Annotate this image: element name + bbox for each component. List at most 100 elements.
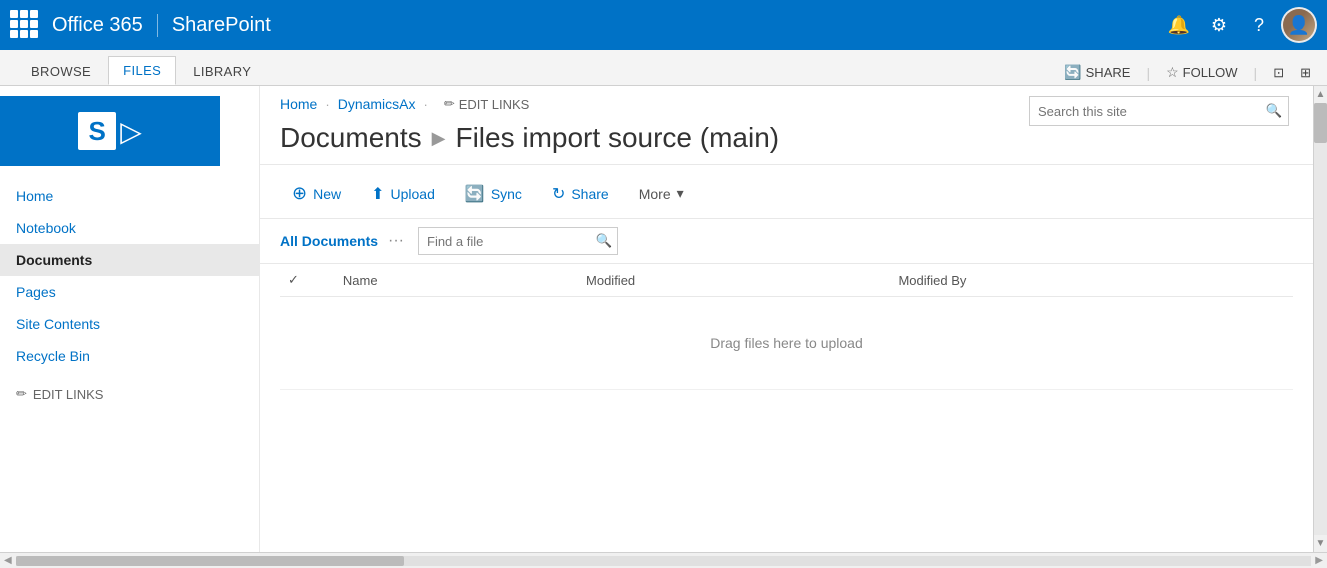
sidebar-edit-links-label: EDIT LINKS bbox=[33, 387, 104, 402]
search-input[interactable] bbox=[1029, 96, 1289, 126]
follow-label: FOLLOW bbox=[1183, 65, 1238, 80]
sync-icon: 🔄 bbox=[465, 184, 485, 204]
document-table: ✓ Name Modified Modified By Drag files h… bbox=[280, 264, 1293, 390]
page-title-arrow-icon: ▶ bbox=[432, 128, 446, 149]
search-input-wrapper: 🔍 bbox=[1029, 96, 1289, 126]
scroll-v-track[interactable] bbox=[1314, 103, 1327, 535]
ribbon-sep-2: | bbox=[1254, 65, 1258, 81]
all-documents-more-icon[interactable]: ··· bbox=[388, 232, 404, 250]
find-file-wrapper: 🔍 bbox=[418, 227, 618, 255]
sp-logo: S ▷ bbox=[78, 112, 142, 150]
ribbon-right: 🔄 SHARE | ☆ FOLLOW | ⊡ ⊞ bbox=[1064, 64, 1311, 85]
settings-button[interactable]: ⚙ bbox=[1201, 7, 1237, 43]
waffle-icon[interactable] bbox=[10, 10, 40, 40]
sp-arrow-icon: ▷ bbox=[120, 115, 142, 148]
new-label: New bbox=[313, 186, 341, 202]
sidebar-item-home[interactable]: Home bbox=[0, 180, 259, 212]
edit-links-pencil-icon: ✏ bbox=[16, 386, 27, 402]
sidebar-item-site-contents[interactable]: Site Contents bbox=[0, 308, 259, 340]
scroll-right-button[interactable]: ▶ bbox=[1311, 555, 1327, 566]
breadcrumb-edit-label: EDIT LINKS bbox=[459, 97, 530, 112]
sp-s-icon: S bbox=[78, 112, 116, 150]
scroll-h-track[interactable] bbox=[16, 556, 1312, 566]
new-button[interactable]: ⊕ New bbox=[280, 177, 353, 210]
document-table-area: ✓ Name Modified Modified By Drag files h… bbox=[260, 264, 1313, 552]
sidebar-item-documents[interactable]: Documents bbox=[0, 244, 259, 276]
document-toolbar: ⊕ New ⬆ Upload 🔄 Sync ↻ Share More ▾ bbox=[260, 165, 1313, 219]
help-button[interactable]: ? bbox=[1241, 7, 1277, 43]
popout-icon: ⊞ bbox=[1300, 65, 1311, 81]
sidebar-item-notebook[interactable]: Notebook bbox=[0, 212, 259, 244]
find-file-input[interactable] bbox=[418, 227, 618, 255]
share-button[interactable]: ↻ Share bbox=[540, 178, 621, 210]
col-header-modified[interactable]: Modified bbox=[578, 264, 890, 297]
drag-message: Drag files here to upload bbox=[288, 305, 1285, 381]
upload-label: Upload bbox=[391, 186, 435, 202]
col-header-modified-by[interactable]: Modified By bbox=[890, 264, 1293, 297]
office365-title: Office 365 bbox=[52, 14, 158, 37]
right-scrollbar: ▲ ▼ bbox=[1313, 86, 1327, 552]
popout-button[interactable]: ⊞ bbox=[1300, 65, 1311, 81]
upload-button[interactable]: ⬆ Upload bbox=[359, 178, 447, 210]
top-bar: Office 365 SharePoint 🔔 ⚙ ? 👤 bbox=[0, 0, 1327, 50]
tab-library[interactable]: LIBRARY bbox=[178, 57, 266, 85]
page-title-docs: Documents bbox=[280, 122, 422, 154]
page-title-subtitle: Files import source (main) bbox=[455, 122, 779, 154]
scroll-down-button[interactable]: ▼ bbox=[1314, 535, 1327, 552]
breadcrumb-home[interactable]: Home bbox=[280, 96, 317, 112]
top-bar-left: Office 365 SharePoint bbox=[10, 10, 1161, 40]
share-label: Share bbox=[571, 186, 608, 202]
bell-button[interactable]: 🔔 bbox=[1161, 7, 1197, 43]
views-bar: All Documents ··· 🔍 bbox=[260, 219, 1313, 264]
more-chevron-icon: ▾ bbox=[677, 185, 684, 202]
sidebar-edit-links[interactable]: ✏ EDIT LINKS bbox=[0, 376, 259, 412]
search-box: 🔍 bbox=[1029, 96, 1289, 126]
sidebar-item-pages[interactable]: Pages bbox=[0, 276, 259, 308]
edit-pencil-icon: ✏ bbox=[444, 96, 455, 112]
scroll-up-button[interactable]: ▲ bbox=[1314, 86, 1327, 103]
sidebar-item-recycle-bin[interactable]: Recycle Bin bbox=[0, 340, 259, 372]
col-header-check[interactable]: ✓ bbox=[280, 264, 307, 297]
new-icon: ⊕ bbox=[292, 183, 307, 204]
breadcrumb-edit-links[interactable]: ✏ EDIT LINKS bbox=[444, 96, 529, 112]
sidebar-logo: S ▷ bbox=[0, 96, 220, 166]
find-file-button[interactable]: 🔍 bbox=[590, 227, 618, 255]
avatar[interactable]: 👤 bbox=[1281, 7, 1317, 43]
search-button[interactable]: 🔍 bbox=[1259, 96, 1289, 126]
follow-icon: ☆ bbox=[1166, 64, 1179, 81]
avatar-image: 👤 bbox=[1283, 9, 1315, 41]
ribbon-sep-1: | bbox=[1146, 65, 1150, 81]
share-icon: 🔄 bbox=[1064, 64, 1081, 81]
breadcrumb-sep: · bbox=[325, 97, 329, 112]
ribbon: BROWSE FILES LIBRARY 🔄 SHARE | ☆ FOLLOW … bbox=[0, 50, 1327, 86]
upload-icon: ⬆ bbox=[371, 184, 384, 204]
tab-files[interactable]: FILES bbox=[108, 56, 176, 85]
sharepoint-title: SharePoint bbox=[172, 14, 271, 37]
focus-icon: ⊡ bbox=[1273, 65, 1284, 81]
content-top: 🔍 Home · DynamicsAx · ✏ EDIT LINKS Docum… bbox=[260, 86, 1313, 165]
share-circle-icon: ↻ bbox=[552, 184, 565, 204]
more-label: More bbox=[639, 186, 671, 202]
scroll-left-button[interactable]: ◀ bbox=[0, 555, 16, 566]
table-drag-row: Drag files here to upload bbox=[280, 297, 1293, 390]
tab-browse[interactable]: BROWSE bbox=[16, 57, 106, 85]
share-label: SHARE bbox=[1086, 65, 1131, 80]
scroll-v-thumb[interactable] bbox=[1314, 103, 1327, 143]
col-header-name[interactable]: Name bbox=[335, 264, 578, 297]
breadcrumb-dynamicsax[interactable]: DynamicsAx bbox=[338, 96, 416, 112]
sidebar: S ▷ Home Notebook Documents Pages Site C… bbox=[0, 86, 260, 552]
content-with-scroll: 🔍 Home · DynamicsAx · ✏ EDIT LINKS Docum… bbox=[260, 86, 1327, 552]
all-documents-button[interactable]: All Documents bbox=[280, 233, 378, 249]
col-header-icon bbox=[307, 264, 335, 297]
scroll-h-thumb[interactable] bbox=[16, 556, 405, 566]
sync-button[interactable]: 🔄 Sync bbox=[453, 178, 534, 210]
breadcrumb-sep-2: · bbox=[424, 97, 428, 112]
share-action[interactable]: 🔄 SHARE bbox=[1064, 64, 1130, 81]
bottom-scrollbar: ◀ ▶ bbox=[0, 552, 1327, 568]
follow-action[interactable]: ☆ FOLLOW bbox=[1166, 64, 1237, 81]
focus-button[interactable]: ⊡ bbox=[1273, 65, 1284, 81]
more-button[interactable]: More ▾ bbox=[627, 179, 696, 208]
top-bar-right: 🔔 ⚙ ? 👤 bbox=[1161, 7, 1317, 43]
content-container: 🔍 Home · DynamicsAx · ✏ EDIT LINKS Docum… bbox=[260, 86, 1313, 552]
sync-label: Sync bbox=[491, 186, 522, 202]
